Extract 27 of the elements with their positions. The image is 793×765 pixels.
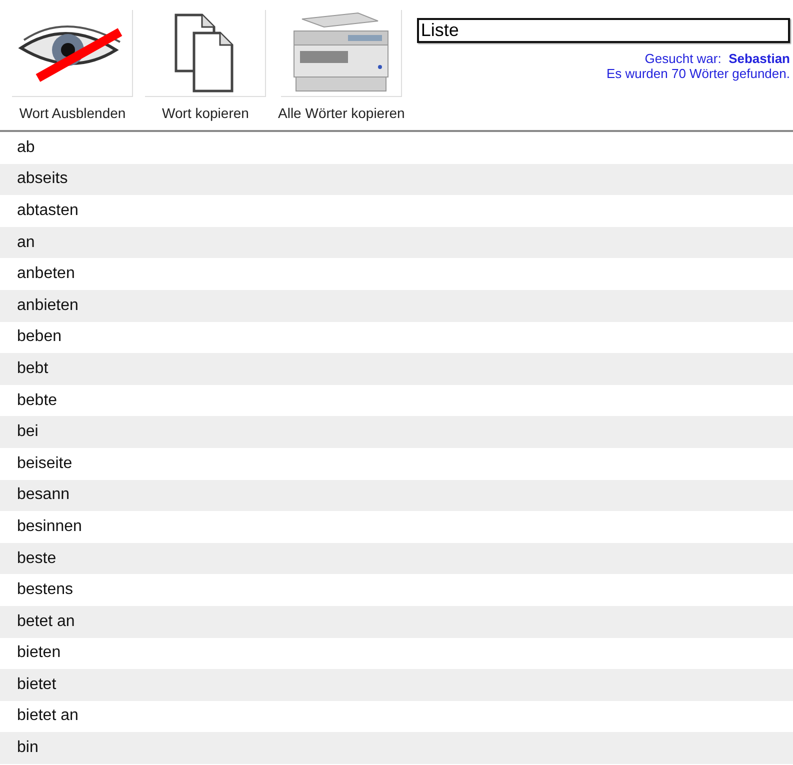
word-item[interactable]: bebt <box>17 360 48 378</box>
word-item[interactable]: abtasten <box>17 202 78 220</box>
word-item[interactable]: anbieten <box>17 296 78 315</box>
word-item[interactable]: beben <box>17 328 62 346</box>
hide-word-button[interactable]: Wort Ausblenden <box>12 10 133 130</box>
word-item[interactable]: bietet an <box>17 707 78 726</box>
result-count-text: Es wurden 70 Wörter gefunden. <box>606 66 790 81</box>
word-item[interactable]: beiseite <box>17 454 72 473</box>
word-item[interactable]: bei <box>17 423 38 442</box>
word-item[interactable]: ab <box>17 138 35 157</box>
word-item[interactable]: bin <box>17 739 38 758</box>
search-term-text: Gesucht war: Sebastian <box>644 51 790 66</box>
word-item[interactable]: besinnen <box>17 518 82 536</box>
copy-all-button[interactable]: Alle Wörter kopieren <box>278 10 405 130</box>
documents-icon <box>174 13 236 93</box>
word-item[interactable]: bieten <box>17 644 61 662</box>
word-item[interactable]: an <box>17 234 35 252</box>
word-item[interactable]: anbeten <box>17 265 75 284</box>
word-item[interactable]: bebte <box>17 392 58 410</box>
word-item[interactable]: abseits <box>17 170 68 188</box>
word-item[interactable]: bestens <box>17 581 74 600</box>
copy-word-button[interactable]: Wort kopieren <box>145 10 266 130</box>
word-item[interactable]: betet an <box>17 612 75 631</box>
word-item[interactable]: bietet <box>17 676 56 694</box>
search-field[interactable]: Liste <box>416 18 790 43</box>
word-item[interactable]: beste <box>17 550 56 568</box>
word-item[interactable]: besann <box>17 486 70 504</box>
